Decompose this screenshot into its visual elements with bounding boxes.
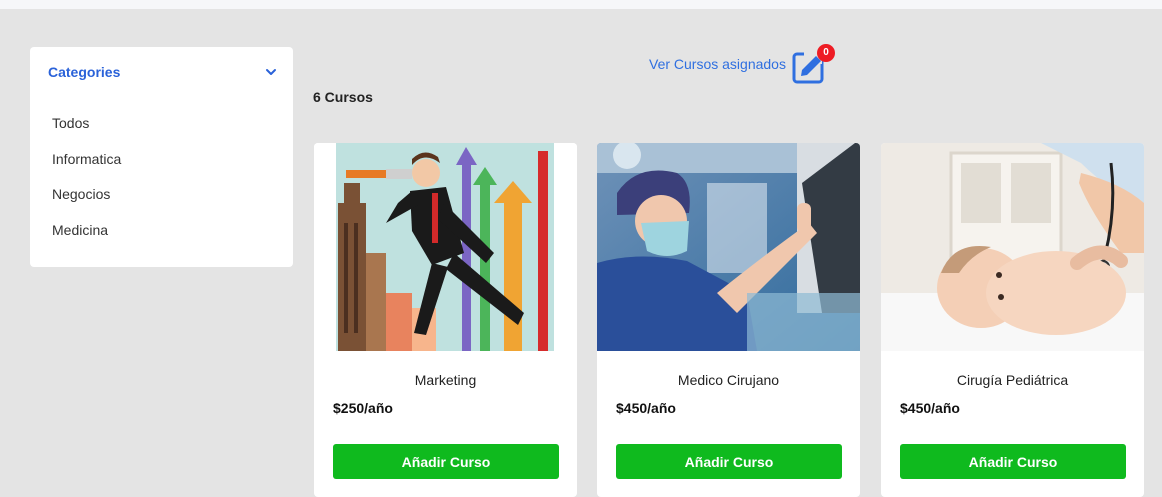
course-card: Medico Cirujano $450/año Añadir Curso [597,143,860,497]
add-course-button[interactable]: Añadir Curso [900,444,1126,479]
category-list: Todos Informatica Negocios Medicina [52,114,121,256]
category-item-negocios[interactable]: Negocios [52,185,121,221]
course-name: Marketing [414,372,477,388]
course-card: Marketing $250/año Añadir Curso [314,143,577,497]
course-card: Cirugía Pediátrica $450/año Añadir Curso [881,143,1144,497]
course-name: Cirugía Pediátrica [956,372,1069,388]
category-item-medicina[interactable]: Medicina [52,221,121,257]
course-price: $250/año [333,400,393,416]
course-name: Medico Cirujano [677,372,780,388]
category-item-informatica[interactable]: Informatica [52,150,121,186]
chevron-down-icon [266,69,276,75]
course-price: $450/año [900,400,960,416]
marketing-illustration [314,143,577,351]
surgeon-photo [597,143,860,351]
category-sidebar: Categories Todos Informatica Negocios Me… [30,47,293,267]
course-price: $450/año [616,400,676,416]
add-course-button[interactable]: Añadir Curso [616,444,842,479]
assigned-courses-button[interactable]: 0 [792,44,835,84]
top-bar [0,0,1162,9]
add-course-button[interactable]: Añadir Curso [333,444,559,479]
baby-stethoscope-photo [881,143,1144,351]
assigned-courses[interactable]: Ver Cursos asignados 0 [649,44,835,84]
course-count: 6 Cursos [313,89,373,105]
sidebar-title: Categories [48,64,121,80]
notification-badge: 0 [816,44,835,62]
assigned-courses-link[interactable]: Ver Cursos asignados [649,56,786,72]
categories-toggle[interactable]: Categories [48,62,278,82]
category-item-todos[interactable]: Todos [52,114,121,150]
